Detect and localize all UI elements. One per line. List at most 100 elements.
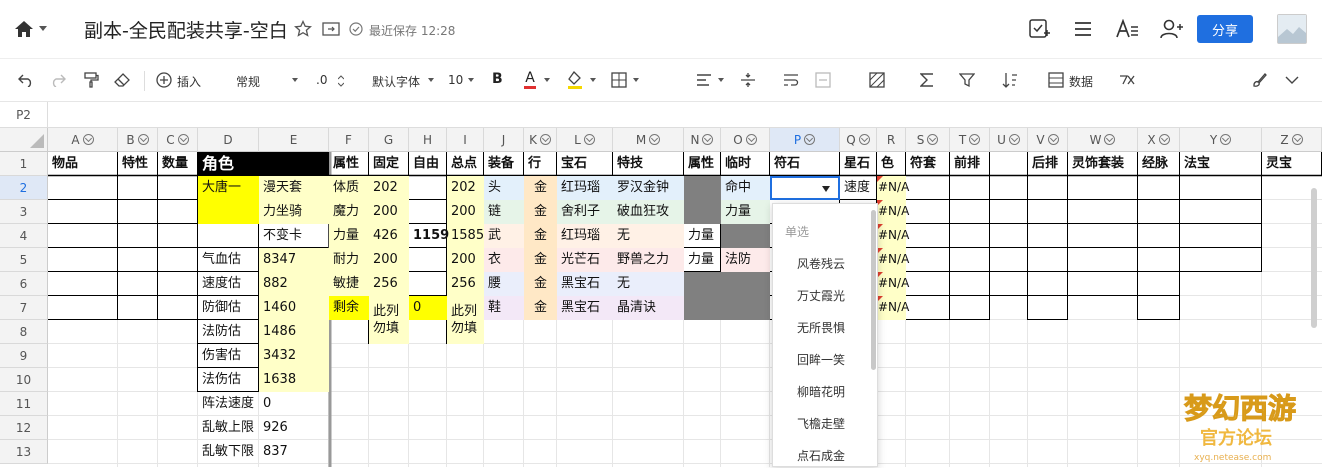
- cell-g7[interactable]: 此列 勿填: [369, 296, 399, 337]
- column-filter-icon[interactable]: [1008, 134, 1020, 145]
- cell-d7[interactable]: 防御估: [198, 296, 241, 319]
- vertical-align-icon[interactable]: [739, 71, 757, 89]
- column-header-n[interactable]: N: [684, 128, 721, 152]
- cell-e11[interactable]: 0: [259, 392, 271, 415]
- cell-l7[interactable]: 黑宝石: [557, 296, 600, 319]
- column-header-t[interactable]: T: [950, 128, 990, 152]
- decimal-button[interactable]: .0: [316, 73, 327, 87]
- column-header-p[interactable]: P: [770, 128, 840, 152]
- cell-e12[interactable]: 926: [259, 416, 288, 439]
- cell-k2[interactable]: 金: [524, 176, 557, 199]
- header-cell-l[interactable]: 宝石: [557, 152, 587, 175]
- column-filter-icon[interactable]: [82, 134, 94, 145]
- column-filter-icon[interactable]: [137, 134, 149, 145]
- active-cell[interactable]: [770, 176, 840, 200]
- header-cell-s[interactable]: 符套: [906, 152, 936, 175]
- cell-g2[interactable]: 202: [369, 176, 398, 199]
- column-filter-icon[interactable]: [177, 134, 189, 145]
- home-icon[interactable]: [12, 18, 36, 40]
- cell-l4[interactable]: 红玛瑙: [557, 224, 600, 247]
- column-header-w[interactable]: W: [1068, 128, 1138, 152]
- conditional-format-icon[interactable]: [868, 71, 886, 89]
- column-filter-icon[interactable]: [649, 134, 661, 145]
- column-header-x[interactable]: X: [1138, 128, 1180, 152]
- column-header-g[interactable]: G: [369, 128, 409, 152]
- cell-d9[interactable]: 伤害估: [198, 344, 241, 367]
- row-header[interactable]: 3: [0, 200, 48, 224]
- cell-f4[interactable]: 力量: [329, 224, 359, 247]
- header-cell-r[interactable]: 色: [877, 152, 894, 175]
- header-cell-g[interactable]: 固定: [369, 152, 399, 175]
- row-header[interactable]: 12: [0, 416, 48, 440]
- cell-e8[interactable]: 1486: [259, 320, 296, 343]
- header-cell-d[interactable]: 角色: [198, 152, 234, 175]
- column-header-q[interactable]: Q: [840, 128, 877, 152]
- cell-q2[interactable]: 速度: [840, 176, 870, 199]
- cell-e13[interactable]: 837: [259, 440, 288, 463]
- stepper-icon[interactable]: [337, 73, 345, 89]
- header-cell-k[interactable]: 行: [524, 152, 541, 175]
- redo-icon[interactable]: [49, 71, 67, 89]
- cell-d5[interactable]: 气血估: [198, 248, 241, 271]
- column-filter-icon[interactable]: [745, 134, 757, 145]
- cell-f7[interactable]: 剩余: [329, 296, 359, 319]
- header-cell-m[interactable]: 特技: [613, 152, 643, 175]
- cell-o3[interactable]: 力量: [721, 200, 751, 223]
- dropdown-option[interactable]: 风卷残云: [773, 255, 869, 272]
- cell-reference[interactable]: P2: [0, 102, 48, 128]
- row-header[interactable]: 13: [0, 440, 48, 464]
- cell-f2[interactable]: 体质: [329, 176, 359, 199]
- column-header-r[interactable]: R: [877, 128, 906, 152]
- column-filter-icon[interactable]: [1220, 134, 1232, 145]
- dropdown-option[interactable]: 回眸一笑: [773, 351, 869, 368]
- cell-m2[interactable]: 罗汉金钟: [613, 176, 669, 199]
- cell-g5[interactable]: 200: [369, 248, 398, 271]
- select-all-corner[interactable]: [0, 128, 48, 152]
- cell-j2[interactable]: 头: [484, 176, 501, 199]
- formula-input[interactable]: [49, 102, 1322, 128]
- dropdown-arrow-icon[interactable]: [822, 186, 830, 192]
- row-header[interactable]: 5: [0, 248, 48, 272]
- header-cell-y[interactable]: 法宝: [1180, 152, 1210, 175]
- cell-k5[interactable]: 金: [524, 248, 557, 271]
- vertical-scrollbar[interactable]: [1311, 188, 1317, 328]
- header-cell-o[interactable]: 临时: [721, 152, 751, 175]
- row-header[interactable]: 8: [0, 320, 48, 344]
- column-filter-icon[interactable]: [1291, 134, 1303, 145]
- header-cell-b[interactable]: 特性: [118, 152, 148, 175]
- borders-icon[interactable]: [610, 71, 628, 89]
- filter-icon[interactable]: [958, 71, 976, 89]
- column-header-y[interactable]: Y: [1180, 128, 1262, 152]
- cell-e7[interactable]: 1460: [259, 296, 296, 319]
- dropdown-scrollbar[interactable]: [871, 210, 876, 370]
- data-icon[interactable]: [1047, 71, 1065, 89]
- row-header[interactable]: 9: [0, 344, 48, 368]
- dropdown-option[interactable]: 无所畏惧: [773, 319, 869, 336]
- cell-n5[interactable]: 力量: [684, 248, 714, 271]
- row-header[interactable]: 4: [0, 224, 48, 248]
- header-cell-x[interactable]: 经脉: [1138, 152, 1168, 175]
- task-check-icon[interactable]: [1027, 17, 1051, 41]
- column-header-c[interactable]: C: [158, 128, 198, 152]
- eraser-icon[interactable]: [113, 71, 131, 89]
- formula-icon[interactable]: [1118, 71, 1136, 89]
- cell-h4[interactable]: 1159: [409, 224, 449, 247]
- cell-i2[interactable]: 202: [447, 176, 476, 199]
- cell-e6[interactable]: 882: [259, 272, 288, 295]
- column-header-j[interactable]: J: [484, 128, 524, 152]
- column-filter-icon[interactable]: [539, 134, 551, 145]
- cell-d13[interactable]: 乱敏下限: [198, 440, 254, 463]
- cell-l6[interactable]: 黑宝石: [557, 272, 600, 295]
- cell-i4[interactable]: 1585: [447, 224, 484, 247]
- cell-k6[interactable]: 金: [524, 272, 557, 295]
- column-header-b[interactable]: B: [118, 128, 158, 152]
- cell-e9[interactable]: 3432: [259, 344, 296, 367]
- column-header-k[interactable]: K: [524, 128, 557, 152]
- cell-o2[interactable]: 命中: [721, 176, 751, 199]
- header-cell-t[interactable]: 前排: [950, 152, 980, 175]
- row-header[interactable]: 6: [0, 272, 48, 296]
- column-header-l[interactable]: L: [557, 128, 613, 152]
- cell-e2[interactable]: 漫天套: [259, 176, 302, 199]
- column-filter-icon[interactable]: [1158, 134, 1170, 145]
- cell-g3[interactable]: 200: [369, 200, 398, 223]
